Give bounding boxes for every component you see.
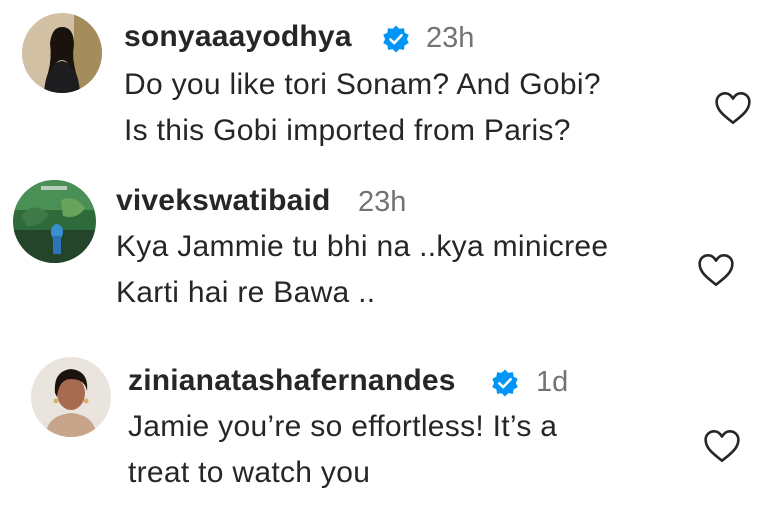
comment-text-line: Kya Jammie tu bhi na ..kya minicree [116,230,609,263]
comment-timestamp: 23h [358,186,407,218]
verified-badge-icon [492,369,518,397]
like-heart-icon[interactable] [696,252,736,288]
avatar[interactable] [13,180,96,263]
like-heart-icon[interactable] [713,90,753,126]
comment-text-line: Jamie you’re so effortless! It’s a [128,410,558,443]
verified-badge-icon [383,25,409,53]
comment-timestamp: 1d [536,366,569,398]
username[interactable]: sonyaaayodhya [124,20,352,54]
comment-text-line: Karti hai re Bawa .. [116,276,376,309]
avatar[interactable] [31,357,111,437]
comment-text-line: Do you like tori Sonam? And Gobi? [124,68,601,101]
comment-text-line: Is this Gobi imported from Paris? [124,114,571,147]
comment-item: sonyaaayodhya 23h Do you like tori Sonam… [0,0,770,170]
avatar[interactable] [22,13,102,93]
comment-item: vivekswatibaid 23h Kya Jammie tu bhi na … [0,170,770,340]
comment-timestamp: 23h [426,22,475,54]
username[interactable]: vivekswatibaid [116,184,331,218]
username[interactable]: zinianatashafernandes [128,364,456,398]
comment-item: zinianatashafernandes 1d Jamie you’re so… [0,340,770,515]
like-heart-icon[interactable] [702,428,742,464]
comment-text-line: treat to watch you [128,456,371,489]
